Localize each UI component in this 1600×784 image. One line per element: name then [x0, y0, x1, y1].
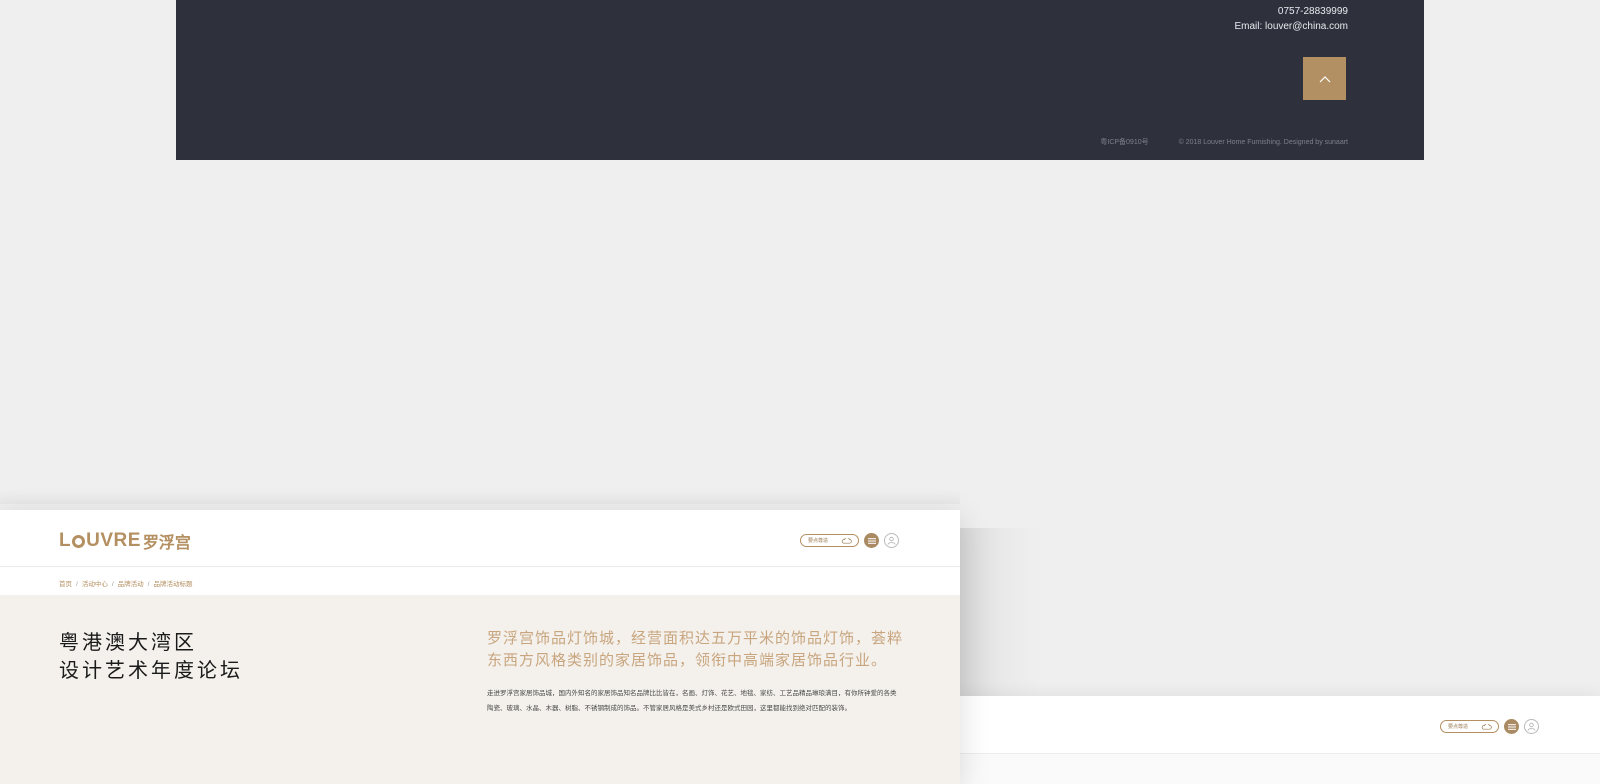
intro-body: 走进罗浮宫家居饰品城，国内外知名的家居饰品知名品牌比比皆在，名画、灯饰、花艺、地… [487, 690, 897, 712]
breadcrumb: 首页 / 活动中心 / 品牌活动 / 品牌活动标题 [59, 578, 192, 588]
site-header: L UVRE 罗浮宫 要点尊造 [0, 510, 960, 567]
breadcrumb-current[interactable]: 品牌活动标题 [153, 581, 192, 588]
logo-letters: UVRE [86, 530, 141, 551]
footer-phone: 0757-28839999 [1277, 6, 1348, 17]
breadcrumb-separator: / [111, 581, 114, 588]
article-content: 粤港澳大湾区 设计艺术年度论坛 罗浮宫饰品灯饰城，经营面积达五万平米的饰品灯饰，… [0, 595, 960, 784]
order-button[interactable]: 要点尊造 [800, 534, 859, 547]
logo-chinese: 罗浮宫 [142, 535, 191, 552]
site-footer: 0757-28839999 Email: louver@china.com 粤I… [176, 0, 1424, 160]
brand-logo[interactable]: L UVRE 罗浮宫 [59, 529, 191, 553]
footer-copyright: © 2018 Louver Home Furnishing. Designed … [1178, 139, 1348, 146]
user-icon [887, 536, 896, 545]
breadcrumb-activity-center[interactable]: 活动中心 [82, 581, 108, 588]
page-title-line-1: 粤港澳大湾区 [59, 632, 197, 654]
logo-wordmark: L UVRE [59, 531, 141, 551]
secondary-menu-button[interactable] [1504, 719, 1519, 734]
header-tools: 要点尊造 [800, 533, 899, 548]
secondary-order-button[interactable]: 要点尊造 [1440, 720, 1499, 733]
chevron-up-icon [1319, 75, 1330, 82]
breadcrumb-brand-activity[interactable]: 品牌活动 [118, 581, 144, 588]
user-icon [1527, 722, 1536, 731]
breadcrumb-separator: / [76, 581, 78, 588]
secondary-window: 要点尊造 [958, 696, 1600, 784]
page-title: 粤港澳大湾区 设计艺术年度论坛 [59, 629, 243, 685]
footer-contact: 0757-28839999 Email: louver@china.com [1234, 4, 1348, 34]
breadcrumb-home[interactable]: 首页 [59, 581, 72, 588]
secondary-subnav [958, 754, 1600, 784]
hamburger-icon [867, 537, 876, 544]
order-label: 要点尊造 [808, 538, 829, 544]
user-button[interactable] [884, 533, 899, 548]
secondary-user-button[interactable] [1524, 719, 1539, 734]
window-shadow [0, 490, 960, 504]
secondary-header-tools: 要点尊造 [1440, 719, 1539, 734]
page-title-line-2: 设计艺术年度论坛 [59, 660, 243, 682]
footer-icp: 粤ICP备0910号 [1100, 139, 1149, 146]
cloud-icon [841, 537, 852, 544]
menu-button[interactable] [864, 533, 879, 548]
intro-heading: 罗浮宫饰品灯饰城，经营面积达五万平米的饰品灯饰，荟粹东西方风格类别的家居饰品，领… [487, 630, 904, 669]
window-side-shadow [960, 528, 1042, 696]
footer-bottom-bar: 粤ICP备0910号 © 2018 Louver Home Furnishing.… [1100, 137, 1348, 147]
logo-ring-icon [72, 534, 86, 548]
back-to-top-button[interactable] [1303, 57, 1346, 100]
activity-page-window: L UVRE 罗浮宫 要点尊造 首页 / 活动中心 / 品牌活动 / 品牌活动标… [0, 510, 960, 784]
cloud-icon [1481, 723, 1492, 730]
hamburger-icon [1507, 723, 1516, 730]
breadcrumb-separator: / [147, 581, 150, 588]
logo-letter-l: L [59, 530, 72, 551]
secondary-order-label: 要点尊造 [1448, 724, 1469, 730]
footer-email: Email: louver@china.com [1234, 21, 1348, 32]
